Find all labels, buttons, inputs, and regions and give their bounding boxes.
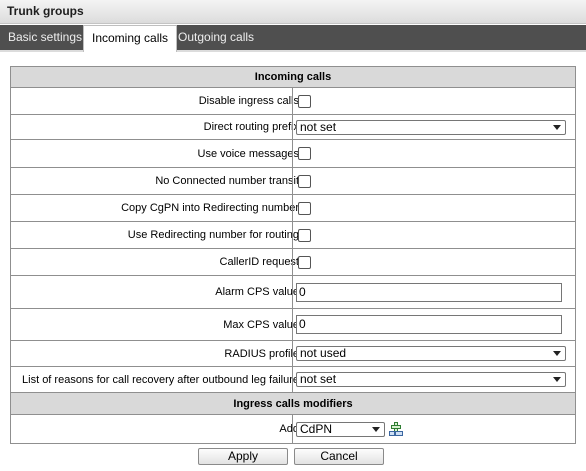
tab-basic-settings[interactable]: Basic settings: [0, 25, 92, 50]
no-connected-transit-checkbox[interactable]: [298, 174, 311, 188]
row-radius-profile: RADIUS profile not used: [11, 341, 575, 367]
radius-profile-select[interactable]: not used: [296, 346, 566, 361]
incoming-calls-header: Incoming calls: [11, 67, 575, 88]
alarm-cps-input[interactable]: 0: [296, 282, 562, 302]
add-modifier-value: CdPN: [300, 421, 333, 436]
use-redirecting-checkbox[interactable]: [298, 228, 311, 242]
no-connected-transit-label: No Connected number transit: [155, 175, 299, 187]
column-divider: [292, 367, 293, 392]
column-divider: [292, 115, 293, 139]
tab-bar: Basic settings Incoming calls Outgoing c…: [0, 25, 586, 52]
disable-ingress-checkbox[interactable]: [298, 94, 311, 108]
column-divider: [292, 276, 293, 308]
tab-outgoing-calls[interactable]: Outgoing calls: [170, 25, 262, 50]
row-direct-routing-prefix: Direct routing prefix not set: [11, 115, 575, 140]
row-callerid-request: CallerID request: [11, 249, 575, 276]
alarm-cps-label: Alarm CPS value: [215, 286, 299, 298]
chevron-down-icon: [553, 351, 561, 356]
chevron-down-icon: [553, 124, 561, 130]
use-voice-messages-checkbox[interactable]: [298, 147, 311, 160]
callerid-request-label: CallerID request: [219, 256, 299, 268]
row-no-connected-transit: No Connected number transit: [11, 168, 575, 195]
row-max-cps: Max CPS value 0: [11, 309, 575, 341]
radius-profile-label: RADIUS profile: [224, 347, 299, 360]
add-modifier-select[interactable]: CdPN: [296, 421, 385, 437]
column-divider: [292, 222, 293, 248]
row-disable-ingress: Disable ingress calls: [11, 88, 575, 115]
use-redirecting-label: Use Redirecting number for routing: [127, 229, 299, 241]
window-title: Trunk groups: [7, 4, 84, 18]
radius-profile-value: not used: [300, 346, 347, 360]
recovery-reasons-label: List of reasons for call recovery after …: [22, 373, 299, 386]
column-divider: [292, 249, 293, 275]
chevron-down-icon: [372, 426, 380, 432]
recovery-reasons-select[interactable]: not set: [296, 372, 566, 387]
use-voice-messages-label: Use voice messages: [197, 147, 300, 160]
incoming-calls-form: Incoming calls Disable ingress calls Dir…: [10, 66, 576, 444]
add-modifier-icon[interactable]: [389, 422, 403, 436]
copy-cgpn-label: Copy CgPN into Redirecting number: [121, 202, 299, 214]
row-use-voice-messages: Use voice messages: [11, 140, 575, 168]
column-divider: [292, 309, 293, 340]
row-copy-cgpn: Copy CgPN into Redirecting number: [11, 195, 575, 222]
tab-incoming-calls[interactable]: Incoming calls: [83, 25, 178, 52]
row-add-modifier: Add CdPN: [11, 415, 575, 443]
ingress-modifiers-header: Ingress calls modifiers: [11, 393, 575, 415]
disable-ingress-label: Disable ingress calls: [198, 95, 299, 107]
copy-cgpn-checkbox[interactable]: [298, 201, 311, 215]
column-divider: [292, 88, 293, 114]
row-alarm-cps: Alarm CPS value 0: [11, 276, 575, 309]
cancel-button[interactable]: Cancel: [294, 448, 384, 465]
column-divider: [292, 195, 293, 221]
column-divider: [292, 140, 293, 167]
apply-button[interactable]: Apply: [198, 448, 288, 465]
max-cps-input[interactable]: 0: [296, 315, 562, 334]
row-use-redirecting: Use Redirecting number for routing: [11, 222, 575, 249]
column-divider: [292, 168, 293, 194]
column-divider: [292, 415, 293, 443]
column-divider: [292, 341, 293, 366]
max-cps-label: Max CPS value: [223, 318, 299, 331]
direct-routing-prefix-select[interactable]: not set: [296, 119, 566, 135]
chevron-down-icon: [553, 377, 561, 382]
row-recovery-reasons: List of reasons for call recovery after …: [11, 367, 575, 393]
callerid-request-checkbox[interactable]: [298, 255, 311, 269]
window-titlebar: Trunk groups: [0, 0, 586, 24]
direct-routing-prefix-value: not set: [300, 119, 337, 134]
recovery-reasons-value: not set: [300, 372, 337, 386]
direct-routing-prefix-label: Direct routing prefix: [203, 121, 299, 133]
